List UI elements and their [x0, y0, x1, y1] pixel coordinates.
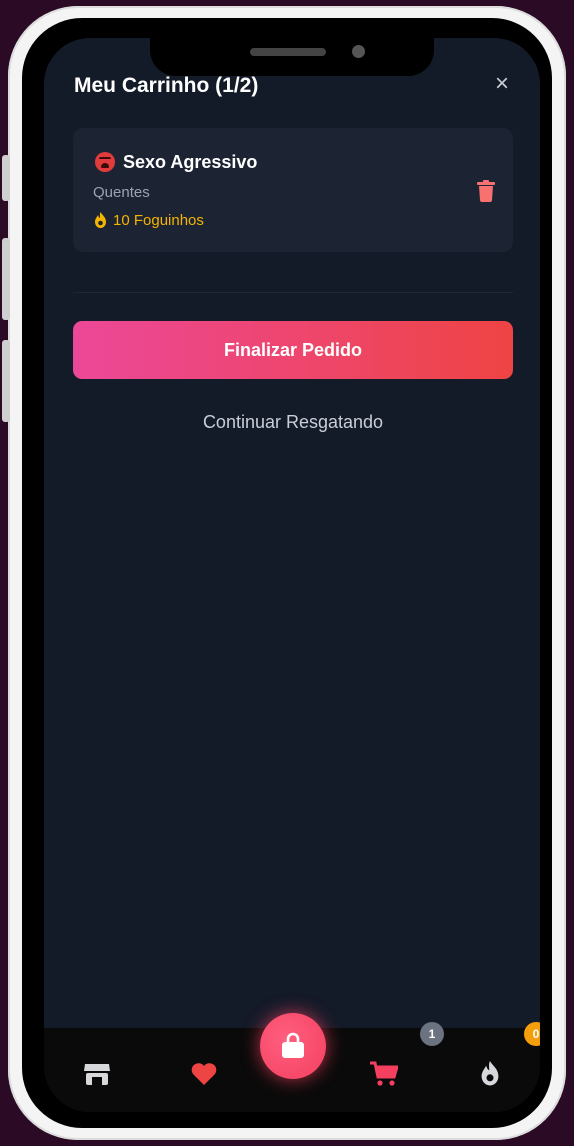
flame-icon — [95, 212, 106, 228]
phone-volume-down-button — [2, 340, 10, 422]
cart-badge: 1 — [420, 1022, 444, 1046]
cart-item-name: Sexo Agressivo — [123, 152, 258, 172]
nav-flames[interactable] — [470, 1054, 510, 1094]
cart-item: Sexo Agressivo Quentes 10 Foguinhos — [73, 128, 513, 252]
nav-favorites[interactable] — [184, 1054, 224, 1094]
cart-item-price: 10 Foguinhos — [113, 212, 204, 229]
speaker-grille — [250, 48, 326, 56]
cart-item-price-row: 10 Foguinhos — [93, 212, 204, 229]
front-camera — [352, 45, 365, 58]
trash-icon[interactable] — [477, 180, 495, 202]
angry-face-icon — [95, 152, 115, 172]
continue-shopping-link[interactable]: Continuar Resgatando — [73, 412, 513, 433]
nav-cart[interactable] — [364, 1054, 404, 1094]
cart-item-category: Quentes — [93, 184, 150, 201]
cart-icon — [370, 1061, 398, 1086]
phone-notch — [150, 38, 434, 76]
nav-store[interactable] — [77, 1054, 117, 1094]
shopping-bag-icon — [282, 1032, 304, 1058]
cart-title: Meu Carrinho (1/2) — [74, 74, 259, 97]
store-icon — [84, 1064, 110, 1085]
divider — [73, 292, 513, 293]
phone-side-button — [2, 155, 10, 201]
close-button[interactable]: × — [490, 72, 514, 96]
heart-icon — [191, 1063, 217, 1085]
shop-bag-button[interactable] — [260, 1013, 326, 1079]
phone-volume-up-button — [2, 238, 10, 320]
flame-icon — [481, 1061, 499, 1086]
cart-screen: Meu Carrinho (1/2) × Sexo Agressivo Quen… — [44, 38, 540, 1112]
checkout-button[interactable]: Finalizar Pedido — [73, 321, 513, 379]
flames-badge: 0 — [524, 1022, 540, 1046]
bottom-navigation: 1 0 — [44, 1013, 540, 1112]
